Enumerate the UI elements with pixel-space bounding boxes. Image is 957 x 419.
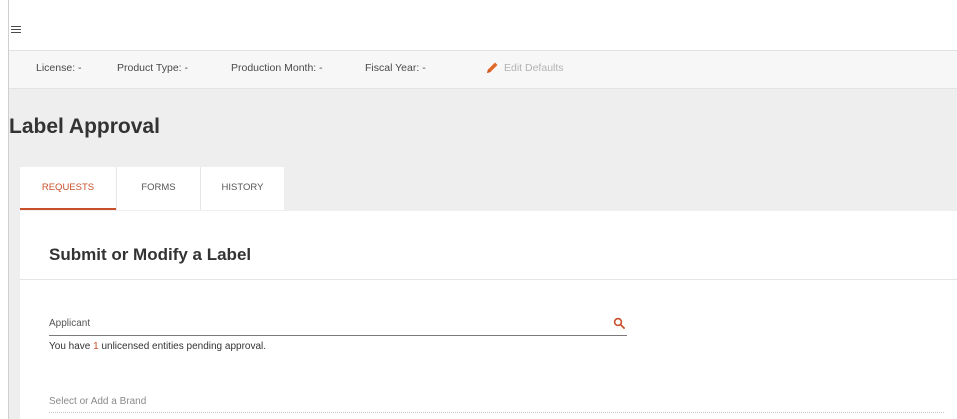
product-type-default: Product Type: - [117, 62, 189, 74]
panel-divider [20, 279, 957, 280]
main-content: Label Approval REQUESTS FORMS HISTORY Su… [9, 89, 957, 419]
brand-select-input[interactable]: Select or Add a Brand [49, 390, 944, 413]
tab-requests-label: REQUESTS [41, 182, 95, 193]
production-month-default: Production Month: - [231, 62, 323, 74]
page-title: Label Approval [9, 115, 160, 138]
edit-defaults-label: Edit Defaults [504, 62, 564, 74]
active-tab-indicator [20, 208, 116, 210]
defaults-bar: License: - Product Type: - Production Mo… [9, 51, 957, 89]
tab-forms[interactable]: FORMS [117, 167, 201, 210]
panel-title: Submit or Modify a Label [49, 245, 252, 264]
brand-placeholder: Select or Add a Brand [49, 396, 147, 407]
applicant-search-input[interactable]: Applicant [49, 315, 627, 336]
submit-label-panel: Submit or Modify a Label Applicant You h… [20, 211, 957, 419]
top-bar [9, 0, 957, 51]
license-default: License: - [36, 62, 82, 74]
applicant-label: Applicant [49, 318, 91, 329]
fiscal-year-default: Fiscal Year: - [365, 62, 426, 74]
pending-prefix: You have [49, 341, 94, 352]
pending-suffix: unlicensed entities pending approval. [98, 341, 267, 352]
tab-requests[interactable]: REQUESTS [20, 167, 117, 210]
tab-history[interactable]: HISTORY [201, 167, 284, 210]
pending-approval-message: You have 1 unlicensed entities pending a… [49, 341, 266, 352]
hamburger-menu-icon[interactable] [11, 26, 21, 33]
search-icon[interactable] [613, 317, 625, 329]
tab-forms-label: FORMS [141, 182, 176, 193]
tab-history-label: HISTORY [221, 182, 264, 193]
pencil-icon [487, 62, 498, 73]
